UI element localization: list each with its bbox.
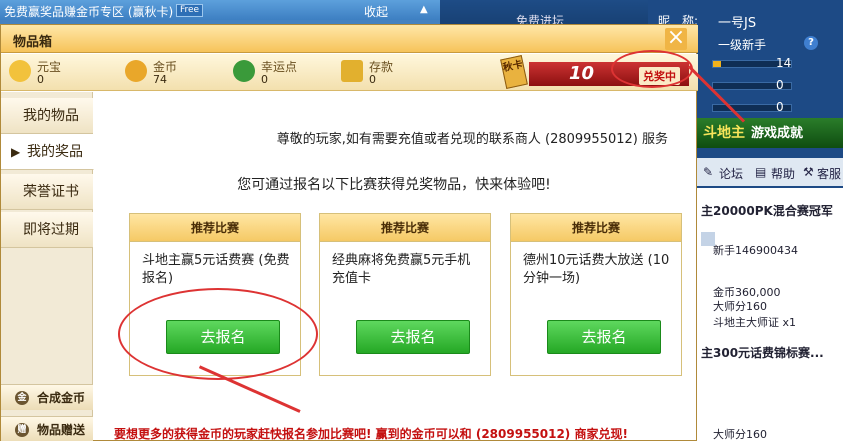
feed-master-score-2: 大师分160 bbox=[713, 428, 767, 441]
prizes-content: 尊敬的玩家,如有需要充值或者兑现的联系商人 (2809955012) 服务 您可… bbox=[94, 92, 696, 441]
tab-label: 即将过期 bbox=[23, 222, 79, 238]
bottom-promo-message: 要想更多的获得金币的玩家赶快报名参加比赛吧! 赢到的金币可以和 (2809955… bbox=[114, 427, 628, 441]
forum-link[interactable]: 论坛 bbox=[719, 165, 743, 182]
stat-value-2: 0 bbox=[776, 78, 784, 92]
experience-bar-fill bbox=[713, 61, 721, 67]
dialog-title-bar: 物品箱 × bbox=[1, 25, 698, 53]
service-icon[interactable]: ⚒ bbox=[803, 165, 814, 179]
forum-icon[interactable]: ✎ bbox=[703, 165, 713, 179]
signup-button[interactable]: 去报名 bbox=[356, 320, 470, 354]
item-box-dialog: 物品箱 × 元宝 0 金币 74 幸运点 0 存款 0 秋卡 10 兑奖中 我的… bbox=[0, 24, 698, 441]
card-count: 10 bbox=[569, 63, 595, 84]
match-card-header: 推荐比赛 bbox=[130, 214, 300, 242]
match-card: 推荐比赛 德州10元话费大放送 (10分钟一场) 去报名 bbox=[510, 213, 682, 376]
achievement-banner[interactable]: 斗地主 游戏成就 bbox=[697, 118, 843, 148]
tab-my-items[interactable]: 我的物品 bbox=[1, 98, 93, 134]
currency-bar: 元宝 0 金币 74 幸运点 0 存款 0 秋卡 10 兑奖中 bbox=[1, 54, 698, 91]
gift-items-button[interactable]: 赠物品赠送 bbox=[1, 416, 93, 441]
deposit-icon bbox=[341, 60, 363, 82]
tab-label: 荣誉证书 bbox=[23, 184, 79, 200]
tab-my-prizes[interactable]: ▶ 我的奖品 bbox=[1, 134, 94, 170]
side-button-label: 合成金币 bbox=[37, 391, 86, 405]
sidebar: 我的物品 ▶ 我的奖品 荣誉证书 即将过期 金合成金币 赠物品赠送 bbox=[1, 92, 94, 441]
signup-button[interactable]: 去报名 bbox=[547, 320, 661, 354]
currency-value: 0 bbox=[37, 73, 44, 86]
help-book-icon[interactable]: ▤ bbox=[755, 165, 766, 179]
collapse-link[interactable]: 收起 bbox=[364, 3, 388, 20]
service-link[interactable]: 客服 bbox=[817, 165, 841, 182]
background-title: 免费赢奖品赚金币专区 (赢秋卡) bbox=[4, 5, 174, 19]
match-card-header: 推荐比赛 bbox=[511, 214, 681, 242]
feed-user[interactable]: 新手146900434 bbox=[713, 242, 798, 258]
tab-label: 我的物品 bbox=[23, 108, 79, 124]
banner-subtitle: 游戏成就 bbox=[751, 126, 804, 141]
tab-expiring-soon[interactable]: 即将过期 bbox=[1, 212, 93, 248]
autumn-card-icon: 秋卡 bbox=[500, 55, 528, 89]
gift-icon: 赠 bbox=[15, 423, 29, 437]
rank-label: 一级新手 bbox=[718, 38, 767, 52]
clover-icon bbox=[233, 60, 255, 82]
coin-icon: 金 bbox=[15, 391, 29, 405]
help-link[interactable]: 帮助 bbox=[771, 165, 795, 182]
caret-right-icon: ▶ bbox=[11, 145, 21, 159]
gold-coin-icon bbox=[125, 60, 147, 82]
news-feed: 主20000PK混合赛冠军 新手146900434 金币360,000 大师分1… bbox=[697, 188, 843, 441]
experience-value: 14 bbox=[776, 56, 792, 70]
currency-value: 0 bbox=[261, 73, 268, 86]
currency-value: 74 bbox=[153, 73, 167, 86]
background-title-bar: 免费赢奖品赚金币专区 (赢秋卡) Free 收起 ▲ bbox=[0, 0, 440, 20]
side-button-label: 物品赠送 bbox=[37, 423, 86, 437]
close-button[interactable]: × bbox=[665, 27, 687, 50]
match-description: 德州10元话费大放送 (10分钟一场) bbox=[523, 253, 670, 286]
feed-title-1[interactable]: 主20000PK混合赛冠军 bbox=[701, 202, 833, 219]
dialog-title: 物品箱 bbox=[13, 35, 53, 50]
currency-value: 0 bbox=[369, 73, 376, 86]
annotation-ring-signup bbox=[118, 288, 318, 380]
match-card-header: 推荐比赛 bbox=[320, 214, 490, 242]
match-description: 经典麻将免费赢5元手机充值卡 bbox=[332, 253, 471, 286]
annotation-ring-redeem bbox=[611, 50, 693, 88]
service-notice: 尊敬的玩家,如有需要充值或者兑现的联系商人 (2809955012) 服务 bbox=[276, 132, 668, 147]
combine-gold-button[interactable]: 金合成金币 bbox=[1, 384, 93, 410]
feed-badge: 斗地主大师证 x1 bbox=[713, 316, 797, 329]
feed-master-score: 大师分160 bbox=[713, 300, 767, 313]
feed-title-2[interactable]: 主300元话费锦标赛... bbox=[701, 344, 824, 361]
help-icon[interactable]: ? bbox=[804, 36, 818, 50]
tab-label: 我的奖品 bbox=[27, 144, 83, 160]
tab-honor-certificates[interactable]: 荣誉证书 bbox=[1, 174, 93, 210]
free-badge: Free bbox=[176, 4, 204, 17]
collapse-arrow-icon[interactable]: ▲ bbox=[420, 4, 428, 15]
stat-value-3: 0 bbox=[776, 100, 784, 114]
nickname: 一号JS bbox=[718, 16, 757, 31]
invite-message: 您可通过报名以下比赛获得兑奖物品，快来体验吧! bbox=[237, 177, 551, 193]
ingot-icon bbox=[9, 60, 31, 82]
community-toolbar: ✎ 论坛 ▤ 帮助 ⚒ 客服 bbox=[697, 158, 843, 186]
match-card: 推荐比赛 经典麻将免费赢5元手机充值卡 去报名 bbox=[319, 213, 491, 376]
banner-title: 斗地主 bbox=[703, 125, 745, 141]
